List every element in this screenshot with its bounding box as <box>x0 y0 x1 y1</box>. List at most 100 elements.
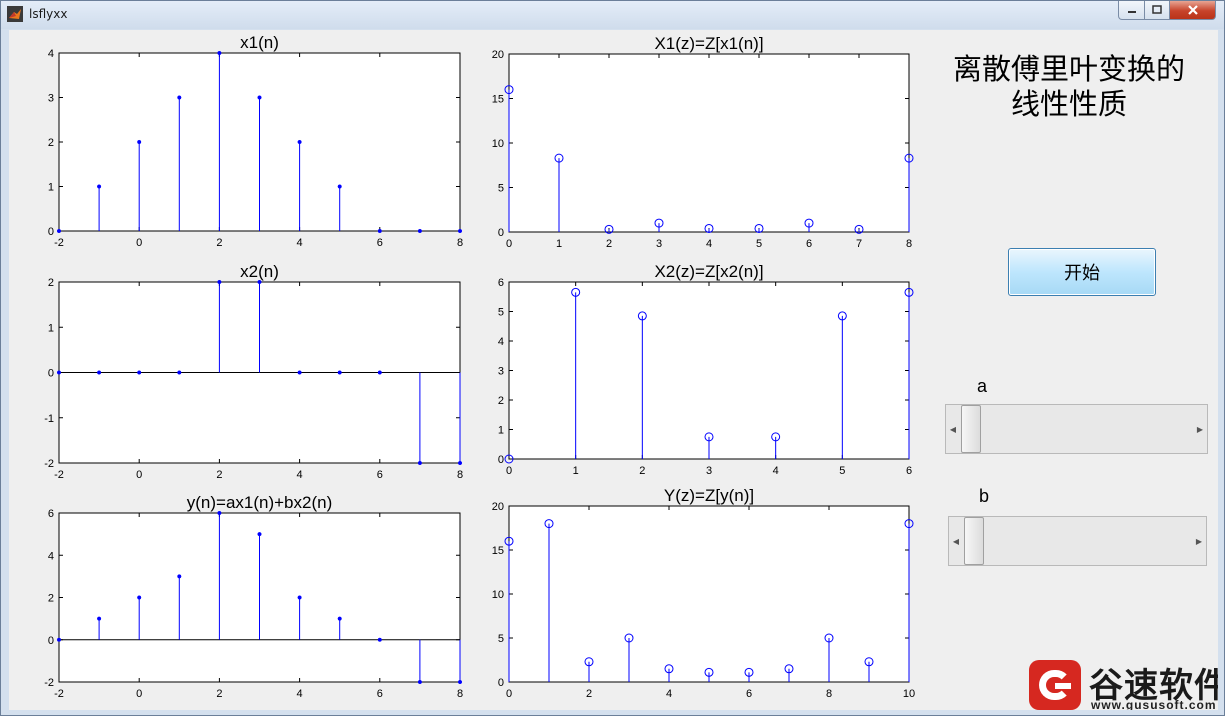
x1-0-point-marker <box>137 139 142 145</box>
window-title: lsflyxx <box>29 7 68 21</box>
slider-a-thumb[interactable] <box>961 405 981 453</box>
start-button[interactable]: 开始 <box>1008 248 1156 296</box>
x1-0-point-marker <box>297 139 302 145</box>
y-5-xtick-label: 10 <box>903 688 915 700</box>
x1-1-xtick-label: 0 <box>506 238 512 250</box>
y-4-point-marker <box>97 616 102 621</box>
maximize-button[interactable] <box>1144 1 1170 20</box>
page-title-line-2: 线性性质 <box>1010 87 1127 121</box>
x1-0-ytick-label: 0 <box>48 226 54 238</box>
x1-1-xtick-label: 3 <box>656 238 662 250</box>
x2-3-xtick-label: 4 <box>773 465 779 477</box>
x2-2-xtick-label: 8 <box>457 469 463 481</box>
y-4-ytick-label: 2 <box>48 593 54 605</box>
slider-a-left-arrow-icon[interactable]: ◀ <box>946 405 960 453</box>
x1-0-ytick-label: 4 <box>48 48 54 60</box>
y-4-xtick-label: 0 <box>136 688 142 700</box>
y-4-ytick-label: 6 <box>48 508 54 520</box>
x1-1-title: X1(z)=Z[x1(n)] <box>654 34 763 53</box>
application-window: lsflyxx x1(n) 0 1 2 3 4 -2 0 2 4 6 8 X1(z)=Z[x1(n)] 0… <box>0 0 1225 716</box>
slider-b-label: b <box>979 486 990 506</box>
x2-2-point-marker <box>137 370 142 375</box>
x1-0-ytick-label: 1 <box>48 182 54 194</box>
y-4-title: y(n)=ax1(n)+bx2(n) <box>187 493 333 512</box>
y-4-point-marker <box>257 532 262 537</box>
x1-0-point-marker <box>97 184 102 189</box>
slider-b[interactable]: ◀ ▶ <box>948 516 1207 566</box>
x2-3-ytick-label: 5 <box>498 307 504 319</box>
x1-0-point-marker <box>417 228 422 234</box>
slider-a-right-arrow-icon[interactable]: ▶ <box>1193 405 1207 453</box>
x2-2-point-marker <box>257 279 262 285</box>
x2-2-ytick-label: -2 <box>44 458 54 470</box>
x2-2-ytick-label: 2 <box>48 277 54 289</box>
x1-1-axes-box <box>508 53 910 233</box>
x2-3-ytick-label: 6 <box>498 277 504 289</box>
x1-1-ytick-label: 5 <box>498 183 504 195</box>
watermark: 谷速软件 www.gususoft.com <box>1029 658 1218 710</box>
y-5-ytick-label: 20 <box>492 501 504 513</box>
maximize-icon <box>1152 5 1162 14</box>
y-5-xtick-label: 8 <box>826 688 832 700</box>
x2-2-point-marker <box>457 460 463 466</box>
x2-3-xtick-label: 1 <box>573 465 579 477</box>
y-4-point-marker <box>137 595 142 600</box>
plots-canvas: x1(n)01234-2 0 2 4 6 8X1(z)=Z[x1(n)]051015200… <box>44 33 915 700</box>
y-5-xtick-label: 4 <box>666 688 672 700</box>
x2-3-ytick-label: 1 <box>498 425 504 437</box>
figure-area: x1(n) 0 1 2 3 4 -2 0 2 4 6 8 X1(z)=Z[x1(n)] 0 5 10 15 20 0… <box>9 30 1218 710</box>
x1-0-xtick-label: 4 <box>297 237 303 249</box>
matlab-app-icon <box>7 6 23 22</box>
y-4-xtick-label: 2 <box>216 688 222 700</box>
x1-1-xtick-label: 5 <box>756 238 762 250</box>
x2-2-title: x2(n) <box>240 262 279 281</box>
minimize-icon <box>1127 11 1136 13</box>
x1-0-xtick-label: 0 <box>136 237 142 249</box>
x2-2-ytick-label: 0 <box>48 368 54 380</box>
x2-2-point-marker <box>217 279 222 285</box>
y-4-point-marker <box>56 637 62 642</box>
x2-3-xtick-label: 2 <box>639 465 645 477</box>
y-4-point-marker <box>217 510 222 516</box>
x1-1-xtick-label: 6 <box>806 238 812 250</box>
slider-b-right-arrow-icon[interactable]: ▶ <box>1192 517 1206 565</box>
y-5-xtick-label: 6 <box>746 688 752 700</box>
x2-2-xtick-label: -2 <box>54 469 64 481</box>
y-5-ytick-label: 0 <box>498 677 504 689</box>
title-bar[interactable]: lsflyxx <box>1 1 1224 29</box>
page-title: 离散傅里叶变换的 线性性质 <box>929 52 1209 122</box>
slider-b-left-arrow-icon[interactable]: ◀ <box>949 517 963 565</box>
x1-1-ytick-label: 10 <box>492 138 504 150</box>
y-4-xtick-label: 8 <box>457 688 463 700</box>
slider-b-thumb[interactable] <box>964 517 984 565</box>
x2-2-xtick-label: 4 <box>297 469 303 481</box>
x1-0-point-marker <box>177 95 182 100</box>
close-button[interactable] <box>1169 1 1216 20</box>
y-4-point-marker <box>337 616 342 621</box>
y-4-point-marker <box>177 574 182 579</box>
x1-1-ytick-label: 0 <box>498 227 504 239</box>
x2-2-point-marker <box>56 370 62 375</box>
x1-0-xtick-label: -2 <box>54 237 64 249</box>
x1-0-ytick-label: 2 <box>48 137 54 149</box>
y-5-title: Y(z)=Z[y(n)] <box>664 486 754 505</box>
x1-0-ytick-label: 3 <box>48 93 54 105</box>
x2-3-xtick-label: 5 <box>839 465 845 477</box>
x1-0-point-marker <box>217 50 222 56</box>
y-5-ytick-label: 15 <box>492 545 504 557</box>
y-5-ytick-label: 10 <box>492 589 504 601</box>
y-4-point-marker <box>457 679 463 685</box>
x2-2-point-marker <box>417 460 422 466</box>
watermark-url: www.gususoft.com <box>1091 698 1217 710</box>
slider-a[interactable]: ◀ ▶ <box>945 404 1208 454</box>
close-icon <box>1187 5 1198 15</box>
x1-1-xtick-label: 8 <box>906 238 912 250</box>
minimize-button[interactable] <box>1118 1 1145 20</box>
x1-1-xtick-label: 7 <box>856 238 862 250</box>
x1-0-title: x1(n) <box>240 33 279 52</box>
x1-0-point-marker <box>257 95 262 100</box>
x2-3-ytick-label: 4 <box>498 336 504 348</box>
x2-2-point-marker <box>337 370 342 375</box>
y-4-point-marker <box>297 595 302 600</box>
x1-1-xtick-label: 2 <box>606 238 612 250</box>
